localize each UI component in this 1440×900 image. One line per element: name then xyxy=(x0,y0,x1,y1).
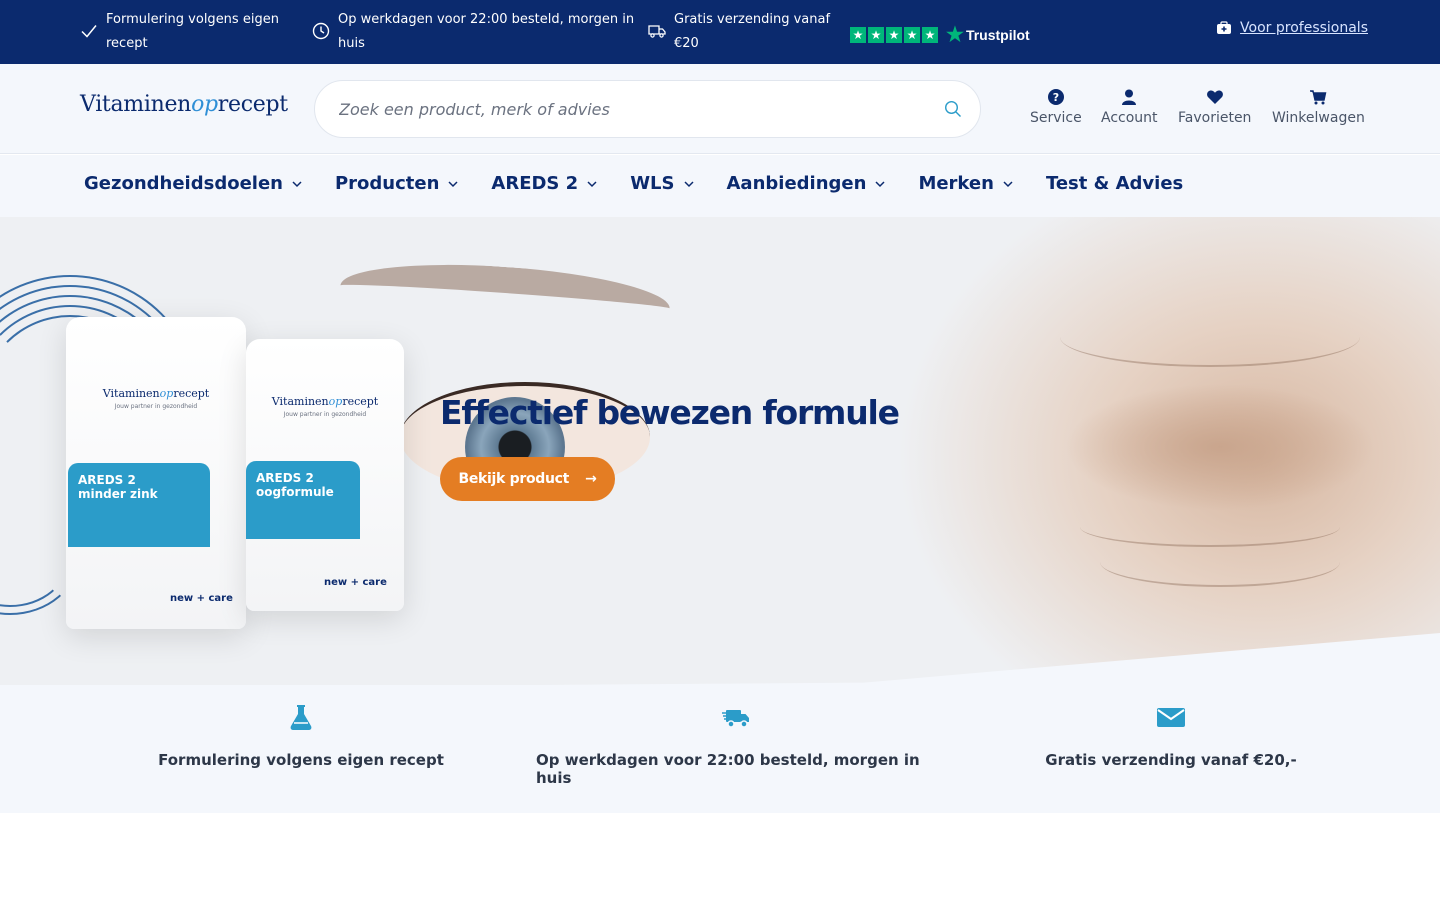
nav-item-gezondheidsdoelen[interactable]: Gezondheidsdoelen xyxy=(84,173,303,194)
site-header: Vitaminenoprecept ? Service Account Favo… xyxy=(0,64,1440,154)
cart-icon xyxy=(1310,90,1327,105)
trustpilot-star-icon: ★ xyxy=(946,24,964,46)
chevron-down-icon xyxy=(292,180,302,187)
header-cart-link[interactable]: Winkelwagen xyxy=(1272,88,1365,126)
usp-formulation: Formulering volgens eigen recept xyxy=(80,8,290,56)
clock-icon xyxy=(312,22,330,40)
nav-item-aanbiedingen[interactable]: Aanbiedingen xyxy=(727,173,887,194)
truck-icon xyxy=(648,25,666,38)
search-icon[interactable] xyxy=(944,100,962,118)
usp-band: Formulering volgens eigen recept Op werk… xyxy=(0,685,1440,813)
heart-icon xyxy=(1206,90,1223,104)
usp-text: Op werkdagen voor 22:00 besteld, morgen … xyxy=(338,12,635,51)
flask-icon xyxy=(290,705,312,730)
arrow-right-icon: → xyxy=(585,471,597,487)
top-usp-bar: Formulering volgens eigen recept Op werk… xyxy=(0,0,1440,64)
chevron-down-icon xyxy=(1003,180,1013,187)
medical-kit-icon xyxy=(1217,21,1232,34)
usp-item-free-shipping: Gratis verzending vanaf €20,- xyxy=(971,703,1371,769)
product-label: AREDS 2 oogformule xyxy=(246,461,360,539)
professionals-link[interactable]: Voor professionals xyxy=(1216,20,1368,36)
hero-banner: Vitaminenoprecept Jouw partner in gezond… xyxy=(0,217,1440,685)
envelope-icon xyxy=(1157,708,1185,727)
check-icon xyxy=(81,25,97,38)
hero-title: Effectief bewezen formule xyxy=(440,393,900,432)
usp-delivery: Op werkdagen voor 22:00 besteld, morgen … xyxy=(312,8,642,56)
usp-text: Gratis verzending vanaf €20 xyxy=(674,12,831,51)
header-favorites-link[interactable]: Favorieten xyxy=(1178,88,1251,126)
chevron-down-icon xyxy=(683,180,694,187)
star-icon: ★ xyxy=(922,26,938,43)
nav-item-merken[interactable]: Merken xyxy=(918,173,1014,194)
usp-item-formulation: Formulering volgens eigen recept xyxy=(101,703,501,769)
hero-eyebrow xyxy=(338,255,672,339)
main-navigation: Gezondheidsdoelen Producten AREDS 2 WLS … xyxy=(0,155,1440,217)
search-input[interactable] xyxy=(339,81,929,137)
chevron-down-icon xyxy=(448,180,458,187)
product-pouch-minder-zink[interactable]: Vitaminenoprecept Jouw partner in gezond… xyxy=(66,317,246,629)
delivery-truck-icon xyxy=(722,710,749,728)
hero-wrinkle xyxy=(1060,307,1360,367)
view-product-button[interactable]: Bekijk product → xyxy=(440,457,615,501)
usp-item-delivery: Op werkdagen voor 22:00 besteld, morgen … xyxy=(536,703,936,787)
star-icon: ★ xyxy=(868,26,884,43)
content-start xyxy=(0,813,1440,900)
nav-item-producten[interactable]: Producten xyxy=(335,173,459,194)
star-icon: ★ xyxy=(850,26,866,43)
search-bar xyxy=(314,80,981,138)
hero-wrinkle xyxy=(1100,537,1340,587)
hero-eye-photo xyxy=(700,217,1440,685)
svg-text:?: ? xyxy=(1053,91,1059,104)
usp-free-shipping: Gratis verzending vanaf €20 xyxy=(648,8,838,56)
site-logo[interactable]: Vitaminenoprecept xyxy=(80,92,288,117)
star-icon: ★ xyxy=(886,26,902,43)
product-label: AREDS 2 minder zink xyxy=(68,463,210,547)
star-icon: ★ xyxy=(904,26,920,43)
chevron-down-icon xyxy=(875,180,885,187)
trustpilot-stars: ★ ★ ★ ★ ★ xyxy=(850,26,938,43)
nav-item-wls[interactable]: WLS xyxy=(630,173,694,194)
trustpilot-logo: ★ Trustpilot xyxy=(946,24,1030,46)
nav-item-test-advies[interactable]: Test & Advies xyxy=(1046,173,1183,194)
chevron-down-icon xyxy=(587,180,597,187)
trustpilot-rating[interactable]: ★ ★ ★ ★ ★ ★ Trustpilot xyxy=(850,22,1030,47)
question-circle-icon: ? xyxy=(1047,89,1064,105)
user-icon xyxy=(1122,89,1137,105)
product-pouch-oogformule[interactable]: Vitaminenoprecept Jouw partner in gezond… xyxy=(246,339,404,611)
nav-item-areds-2[interactable]: AREDS 2 xyxy=(491,173,598,194)
usp-text: Formulering volgens eigen recept xyxy=(106,12,279,51)
header-service-link[interactable]: ? Service xyxy=(1030,88,1082,126)
header-account-link[interactable]: Account xyxy=(1101,88,1158,126)
